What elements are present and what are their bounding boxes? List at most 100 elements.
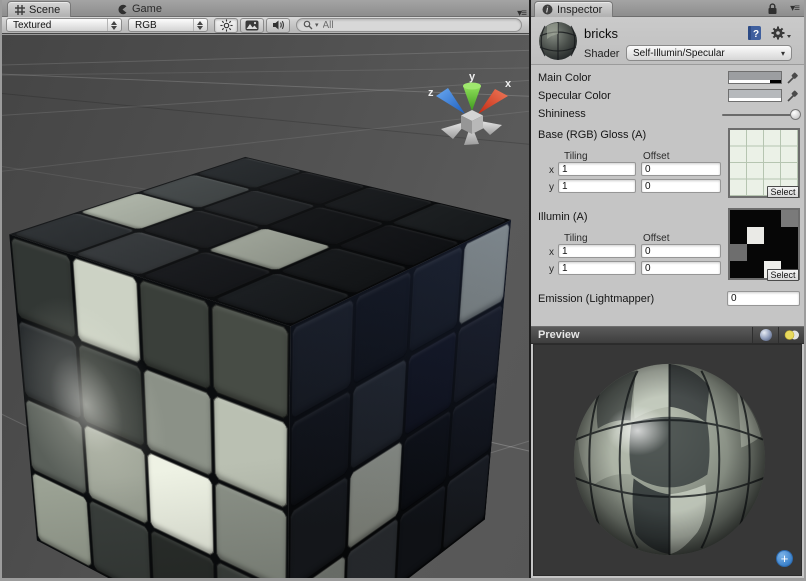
base-offset-x-input[interactable] [641, 162, 721, 176]
preview-header[interactable]: Preview [531, 326, 804, 344]
scene-panel: Scene Game ▾≡ Textured RGB [2, 0, 529, 578]
base-texture-select-button[interactable]: Select [767, 186, 799, 198]
stepper-icon [193, 19, 206, 31]
illumin-tiling-y-input[interactable] [558, 261, 636, 275]
inspector-tabbar: i Inspector ▾≡ [531, 0, 804, 17]
gizmo-y-label: y [469, 71, 476, 83]
illumin-offset-label: Offset [643, 233, 670, 244]
illumin-tiling-label: Tiling [564, 233, 588, 244]
unity-editor-window: Scene Game ▾≡ Textured RGB [0, 0, 806, 581]
scene-fx-button[interactable] [240, 18, 264, 33]
base-y-label: y [549, 182, 554, 193]
base-tiling-label: Tiling [564, 151, 588, 162]
draw-mode-dropdown[interactable]: Textured [6, 18, 122, 32]
scene-tabbar: Scene Game ▾≡ [2, 0, 529, 17]
illumin-offset-y-input[interactable] [641, 261, 721, 275]
main-color-label: Main Color [538, 72, 591, 84]
specular-color-alpha-bar [729, 98, 781, 101]
illumin-pixel [781, 227, 798, 244]
shininess-slider[interactable] [722, 114, 799, 116]
gizmo-z-axis-cone[interactable] [436, 88, 465, 114]
main-color-swatch[interactable] [728, 71, 782, 84]
tab-game[interactable]: Game [110, 1, 172, 17]
base-map-label: Base (RGB) Gloss (A) [538, 129, 646, 141]
illumin-pixel [730, 244, 747, 261]
preview-area[interactable]: + [533, 344, 802, 576]
scene-lighting-button[interactable] [214, 18, 238, 33]
image-icon [245, 20, 259, 31]
scene-search-field[interactable]: ▾ [296, 18, 522, 32]
base-x-label: x [549, 165, 554, 176]
illumin-pixel [730, 210, 747, 227]
material-preview-thumbnail[interactable] [537, 20, 579, 62]
main-color-alpha-bar [729, 80, 781, 83]
emission-input[interactable] [727, 291, 800, 306]
tab-inspector[interactable]: i Inspector [534, 1, 613, 17]
info-icon: i [542, 4, 553, 15]
illumin-pixel [764, 210, 781, 227]
dropdown-caret-icon: ▾ [781, 49, 785, 58]
grid-icon [15, 5, 25, 15]
illumin-pixel [747, 210, 764, 227]
gizmo-z-label: z [428, 87, 434, 99]
specular-color-eyedropper[interactable] [786, 89, 799, 103]
sun-icon [220, 19, 233, 32]
tab-scene-label: Scene [29, 4, 60, 16]
two-lights-icon [783, 329, 801, 341]
illumin-tiling-x-input[interactable] [558, 244, 636, 258]
preview-add-button[interactable]: + [776, 550, 793, 567]
specular-color-swatch[interactable] [728, 89, 782, 102]
help-button[interactable]: ? [747, 25, 762, 44]
eyedropper-icon [786, 71, 799, 85]
inspector-pane-menu-icon[interactable]: ▾≡ [790, 4, 799, 14]
shininess-slider-knob[interactable] [790, 109, 801, 120]
context-menu-button[interactable] [770, 25, 792, 44]
shader-label: Shader [584, 48, 619, 60]
speaker-icon [272, 19, 285, 31]
illumin-map-label: Illumin (A) [538, 211, 588, 223]
gizmo-center-cube[interactable] [461, 110, 483, 134]
illumin-pixel [781, 210, 798, 227]
illumin-pixel [730, 261, 747, 278]
tab-game-label: Game [132, 3, 162, 15]
gizmo-x-axis-cone[interactable] [478, 89, 508, 114]
game-icon [117, 4, 128, 15]
base-offset-y-input[interactable] [641, 179, 721, 193]
emission-label: Emission (Lightmapper) [538, 293, 654, 305]
sphere-icon [759, 328, 773, 342]
preview-mesh-button[interactable] [752, 327, 778, 343]
preview-lighting-button[interactable] [778, 327, 804, 343]
lock-icon [767, 3, 778, 15]
gizmo-x-label: x [505, 78, 512, 90]
inspector-lock-button[interactable] [767, 3, 778, 18]
preview-title: Preview [531, 329, 752, 341]
stepper-icon [107, 19, 120, 31]
shader-value: Self-Illumin/Specular [633, 48, 781, 59]
illumin-x-label: x [549, 247, 554, 258]
illumin-pixel [730, 227, 747, 244]
illumin-pixel [781, 244, 798, 261]
main-color-eyedropper[interactable] [786, 71, 799, 85]
orientation-gizmo[interactable]: y z x [427, 69, 513, 151]
draw-mode-value: Textured [13, 20, 106, 31]
illumin-pixel [747, 261, 764, 278]
illumin-offset-x-input[interactable] [641, 244, 721, 258]
illumin-texture-select-button[interactable]: Select [767, 269, 799, 281]
illumin-pixel [764, 244, 781, 261]
help-book-icon: ? [747, 25, 762, 41]
gizmo-y-axis-cone[interactable] [463, 86, 481, 111]
material-name: bricks [584, 26, 618, 41]
search-input[interactable] [321, 19, 515, 32]
color-mode-dropdown[interactable]: RGB [128, 18, 208, 32]
base-tiling-x-input[interactable] [558, 162, 636, 176]
scene-viewport[interactable]: y z x [2, 35, 529, 578]
plus-icon: + [781, 551, 789, 566]
eyedropper-icon [786, 89, 799, 103]
scene-audio-button[interactable] [266, 18, 290, 33]
base-tiling-y-input[interactable] [558, 179, 636, 193]
shader-dropdown[interactable]: Self-Illumin/Specular ▾ [626, 45, 792, 61]
illumin-y-label: y [549, 264, 554, 275]
search-filter-caret-icon[interactable]: ▾ [315, 21, 319, 29]
illumin-pixel [764, 227, 781, 244]
tab-scene[interactable]: Scene [7, 1, 71, 17]
